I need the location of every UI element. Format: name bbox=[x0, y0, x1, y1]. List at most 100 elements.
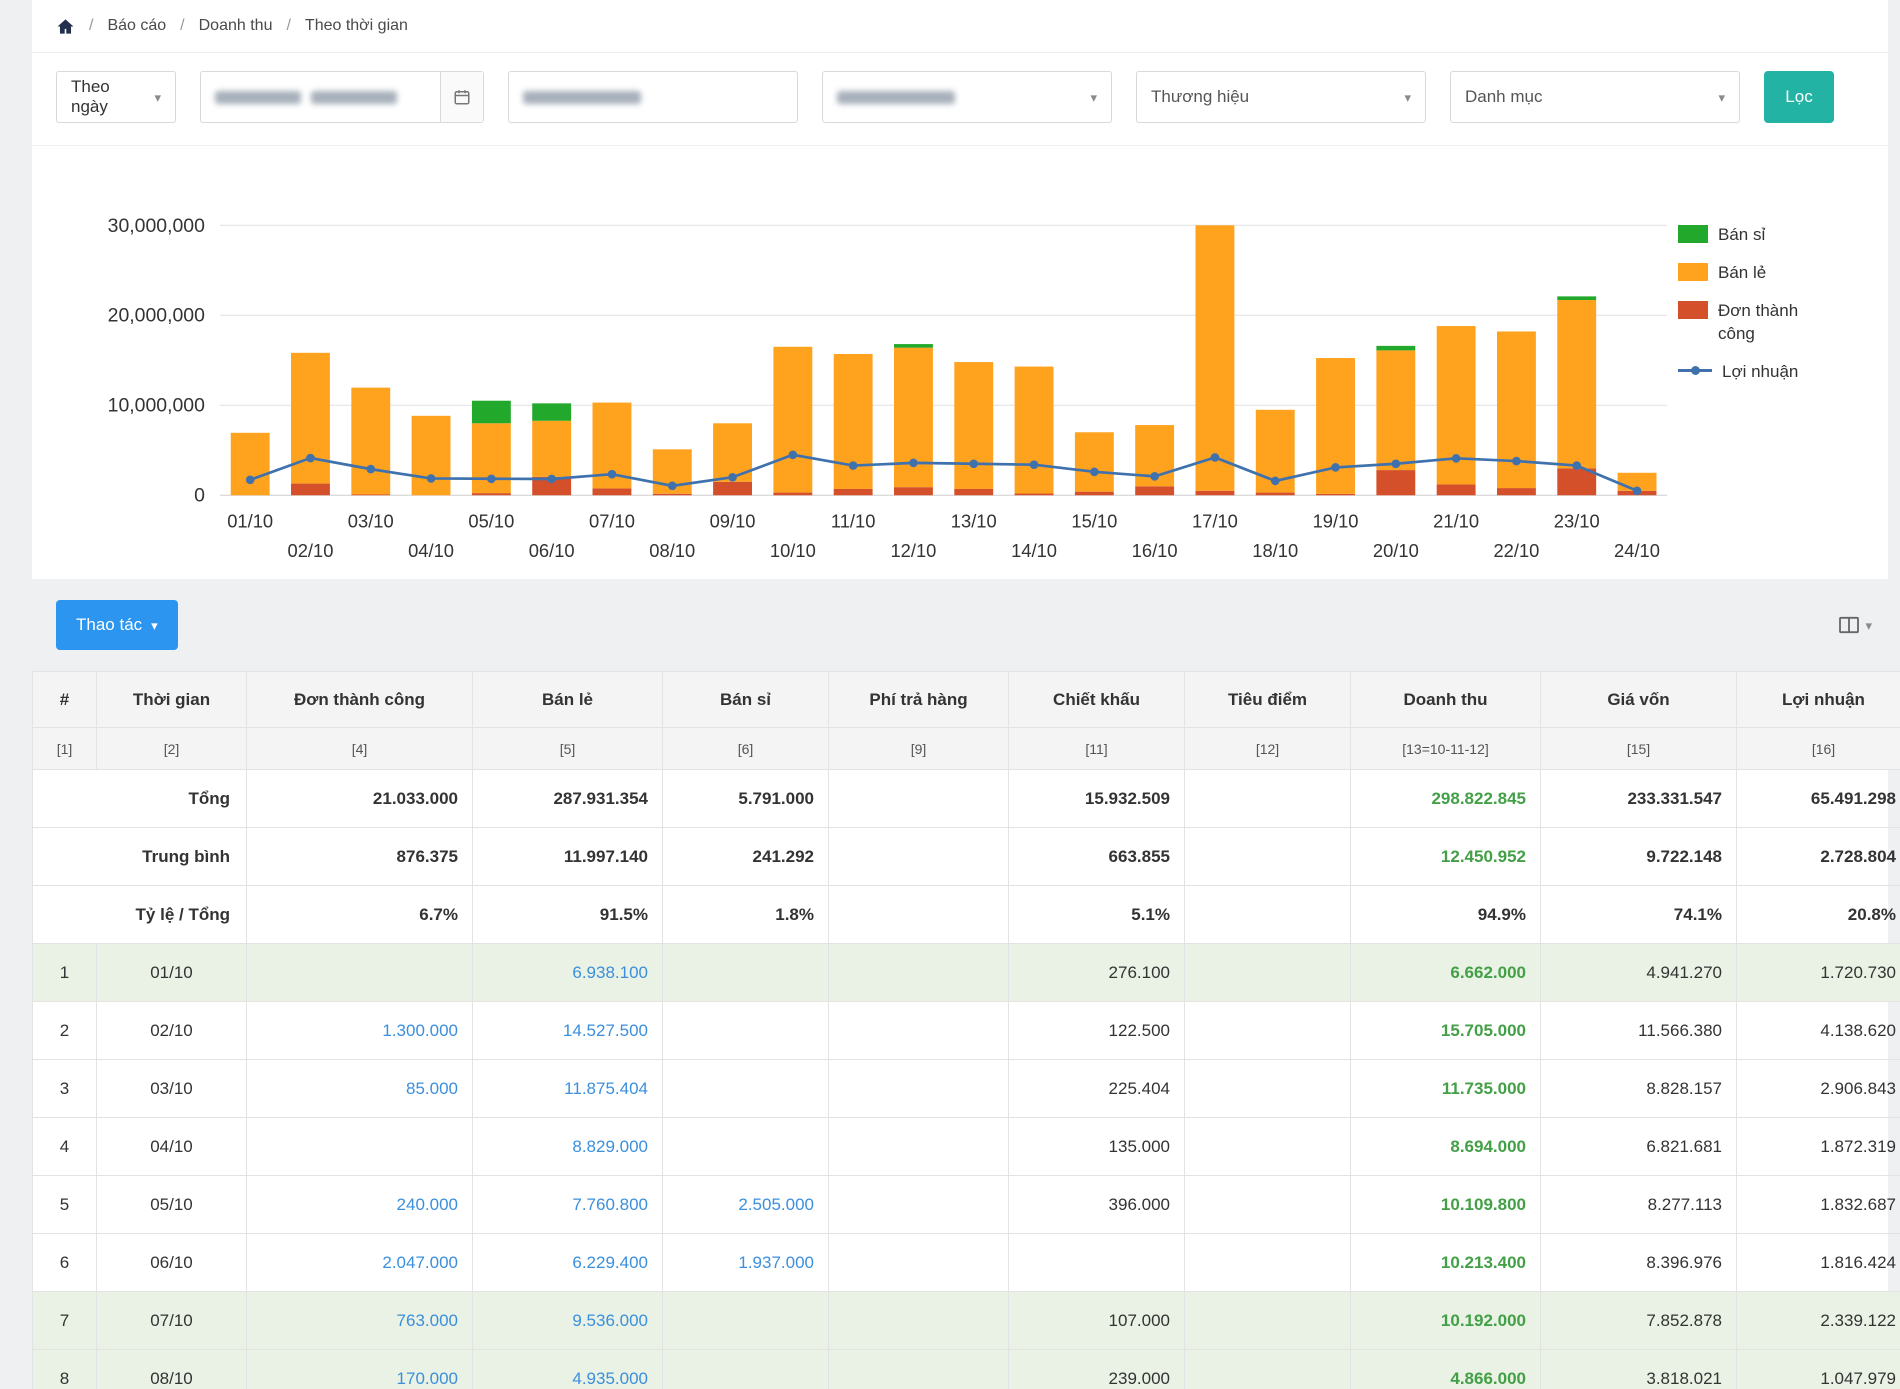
cell-gia-von: 9.722.148 bbox=[1541, 828, 1737, 886]
bar-segment[interactable] bbox=[1316, 494, 1355, 495]
bar-segment[interactable] bbox=[1376, 470, 1415, 495]
product-group-select[interactable]: ▾ bbox=[822, 71, 1112, 123]
cell-ban-si: 5.791.000 bbox=[663, 770, 829, 828]
bar-segment[interactable] bbox=[1195, 491, 1234, 495]
bar-segment[interactable] bbox=[532, 421, 571, 477]
bar-segment[interactable] bbox=[1376, 350, 1415, 470]
column-subheader-date: [2] bbox=[97, 728, 247, 770]
cell-tieu-diem bbox=[1185, 1292, 1351, 1350]
cell-don-thanh-cong bbox=[247, 944, 473, 1002]
bar-segment[interactable] bbox=[1497, 488, 1536, 495]
cell-ban-le[interactable]: 6.938.100 bbox=[473, 944, 663, 1002]
bar-segment[interactable] bbox=[593, 488, 632, 495]
cell-gia-von: 233.331.547 bbox=[1541, 770, 1737, 828]
cell-date: 04/10 bbox=[97, 1118, 247, 1176]
cell-don-thanh-cong[interactable]: 2.047.000 bbox=[247, 1234, 473, 1292]
bar-segment[interactable] bbox=[1075, 492, 1114, 496]
bar-segment[interactable] bbox=[1015, 493, 1054, 495]
column-subheader-chiet-khau: [11] bbox=[1009, 728, 1185, 770]
bar-segment[interactable] bbox=[472, 401, 511, 424]
cell-loi-nhuan: 1.047.979 bbox=[1737, 1350, 1900, 1389]
cell-don-thanh-cong[interactable]: 170.000 bbox=[247, 1350, 473, 1389]
x-axis-label: 24/10 bbox=[1614, 540, 1660, 561]
bar-segment[interactable] bbox=[1256, 493, 1295, 496]
bar-segment[interactable] bbox=[1135, 486, 1174, 495]
cell-tieu-diem bbox=[1185, 1060, 1351, 1118]
bar-segment[interactable] bbox=[773, 347, 812, 493]
table-row: 404/108.829.000135.0008.694.0006.821.681… bbox=[33, 1118, 1900, 1176]
product-search-redacted bbox=[523, 91, 641, 104]
brand-select[interactable]: Thương hiệu ▾ bbox=[1136, 71, 1426, 123]
cell-date: 05/10 bbox=[97, 1176, 247, 1234]
cell-ban-le[interactable]: 4.935.000 bbox=[473, 1350, 663, 1389]
bar-segment[interactable] bbox=[1316, 358, 1355, 494]
column-subheader-gia-von: [15] bbox=[1541, 728, 1737, 770]
cell-ban-le[interactable]: 7.760.800 bbox=[473, 1176, 663, 1234]
product-group-redacted bbox=[837, 91, 955, 104]
bar-segment[interactable] bbox=[231, 433, 270, 495]
cell-don-thanh-cong[interactable]: 763.000 bbox=[247, 1292, 473, 1350]
cell-date: 01/10 bbox=[97, 944, 247, 1002]
breadcrumb-report[interactable]: Báo cáo bbox=[107, 17, 166, 35]
legend-item[interactable]: Lợi nhuận bbox=[1678, 361, 1868, 384]
bar-segment[interactable] bbox=[773, 493, 812, 496]
cell-doanh-thu: 10.192.000 bbox=[1351, 1292, 1541, 1350]
category-select[interactable]: Danh mục ▾ bbox=[1450, 71, 1740, 123]
bar-segment[interactable] bbox=[351, 495, 390, 496]
cell-date: 03/10 bbox=[97, 1060, 247, 1118]
bar-segment[interactable] bbox=[1015, 367, 1054, 494]
cell-don-thanh-cong[interactable]: 240.000 bbox=[247, 1176, 473, 1234]
cell-ban-le[interactable]: 8.829.000 bbox=[473, 1118, 663, 1176]
bar-segment[interactable] bbox=[713, 482, 752, 495]
bar-segment[interactable] bbox=[412, 416, 451, 495]
table-toolbar: Thao tác ▾ ▾ bbox=[32, 579, 1888, 671]
cell-don-thanh-cong[interactable]: 1.300.000 bbox=[247, 1002, 473, 1060]
cell-don-thanh-cong[interactable]: 85.000 bbox=[247, 1060, 473, 1118]
filter-button[interactable]: Lọc bbox=[1764, 71, 1834, 123]
legend-item[interactable]: Đơn thành công bbox=[1678, 300, 1868, 346]
column-header-ban-le: Bán lẻ bbox=[473, 672, 663, 728]
bar-segment[interactable] bbox=[532, 403, 571, 420]
calendar-icon[interactable] bbox=[440, 72, 483, 122]
cell-ban-le[interactable]: 14.527.500 bbox=[473, 1002, 663, 1060]
legend-item[interactable]: Bán sỉ bbox=[1678, 224, 1868, 247]
bar-segment[interactable] bbox=[894, 487, 933, 495]
breadcrumb-by-time[interactable]: Theo thời gian bbox=[305, 17, 408, 35]
actions-button[interactable]: Thao tác ▾ bbox=[56, 600, 178, 650]
bar-segment[interactable] bbox=[653, 494, 692, 496]
bar-segment[interactable] bbox=[1195, 225, 1234, 490]
bar-segment[interactable] bbox=[1075, 432, 1114, 491]
bar-segment[interactable] bbox=[1557, 296, 1596, 300]
cell-ban-si[interactable]: 2.505.000 bbox=[663, 1176, 829, 1234]
cell-ban-le[interactable]: 9.536.000 bbox=[473, 1292, 663, 1350]
chevron-down-icon: ▾ bbox=[1090, 91, 1097, 104]
cell-phi-tra-hang bbox=[829, 944, 1009, 1002]
breadcrumb-revenue[interactable]: Doanh thu bbox=[199, 17, 273, 35]
cell-tieu-diem bbox=[1185, 1234, 1351, 1292]
bar-segment[interactable] bbox=[472, 493, 511, 495]
cell-ban-le[interactable]: 6.229.400 bbox=[473, 1234, 663, 1292]
legend-item[interactable]: Bán lẻ bbox=[1678, 262, 1868, 285]
profit-line-marker bbox=[668, 482, 677, 491]
home-icon[interactable] bbox=[56, 17, 75, 36]
cell-ban-le[interactable]: 11.875.404 bbox=[473, 1060, 663, 1118]
table-row: 303/1085.00011.875.404225.40411.735.0008… bbox=[33, 1060, 1900, 1118]
cell-ban-le: 11.997.140 bbox=[473, 828, 663, 886]
cell-ban-si[interactable]: 1.937.000 bbox=[663, 1234, 829, 1292]
bar-segment[interactable] bbox=[954, 362, 993, 489]
profit-line bbox=[250, 455, 1637, 491]
bar-segment[interactable] bbox=[1557, 300, 1596, 468]
bar-segment[interactable] bbox=[1376, 346, 1415, 350]
period-select[interactable]: Theo ngày ▾ bbox=[56, 71, 176, 123]
date-range-input[interactable] bbox=[200, 71, 484, 123]
bar-segment[interactable] bbox=[834, 489, 873, 495]
column-settings-button[interactable]: ▾ bbox=[1838, 616, 1872, 634]
bar-segment[interactable] bbox=[351, 388, 390, 495]
bar-segment[interactable] bbox=[291, 484, 330, 496]
bar-segment[interactable] bbox=[894, 344, 933, 348]
profit-line-marker bbox=[1030, 460, 1039, 469]
bar-segment[interactable] bbox=[954, 489, 993, 495]
product-search-input[interactable] bbox=[508, 71, 798, 123]
column-subheader-ban-si: [6] bbox=[663, 728, 829, 770]
bar-segment[interactable] bbox=[1437, 484, 1476, 495]
